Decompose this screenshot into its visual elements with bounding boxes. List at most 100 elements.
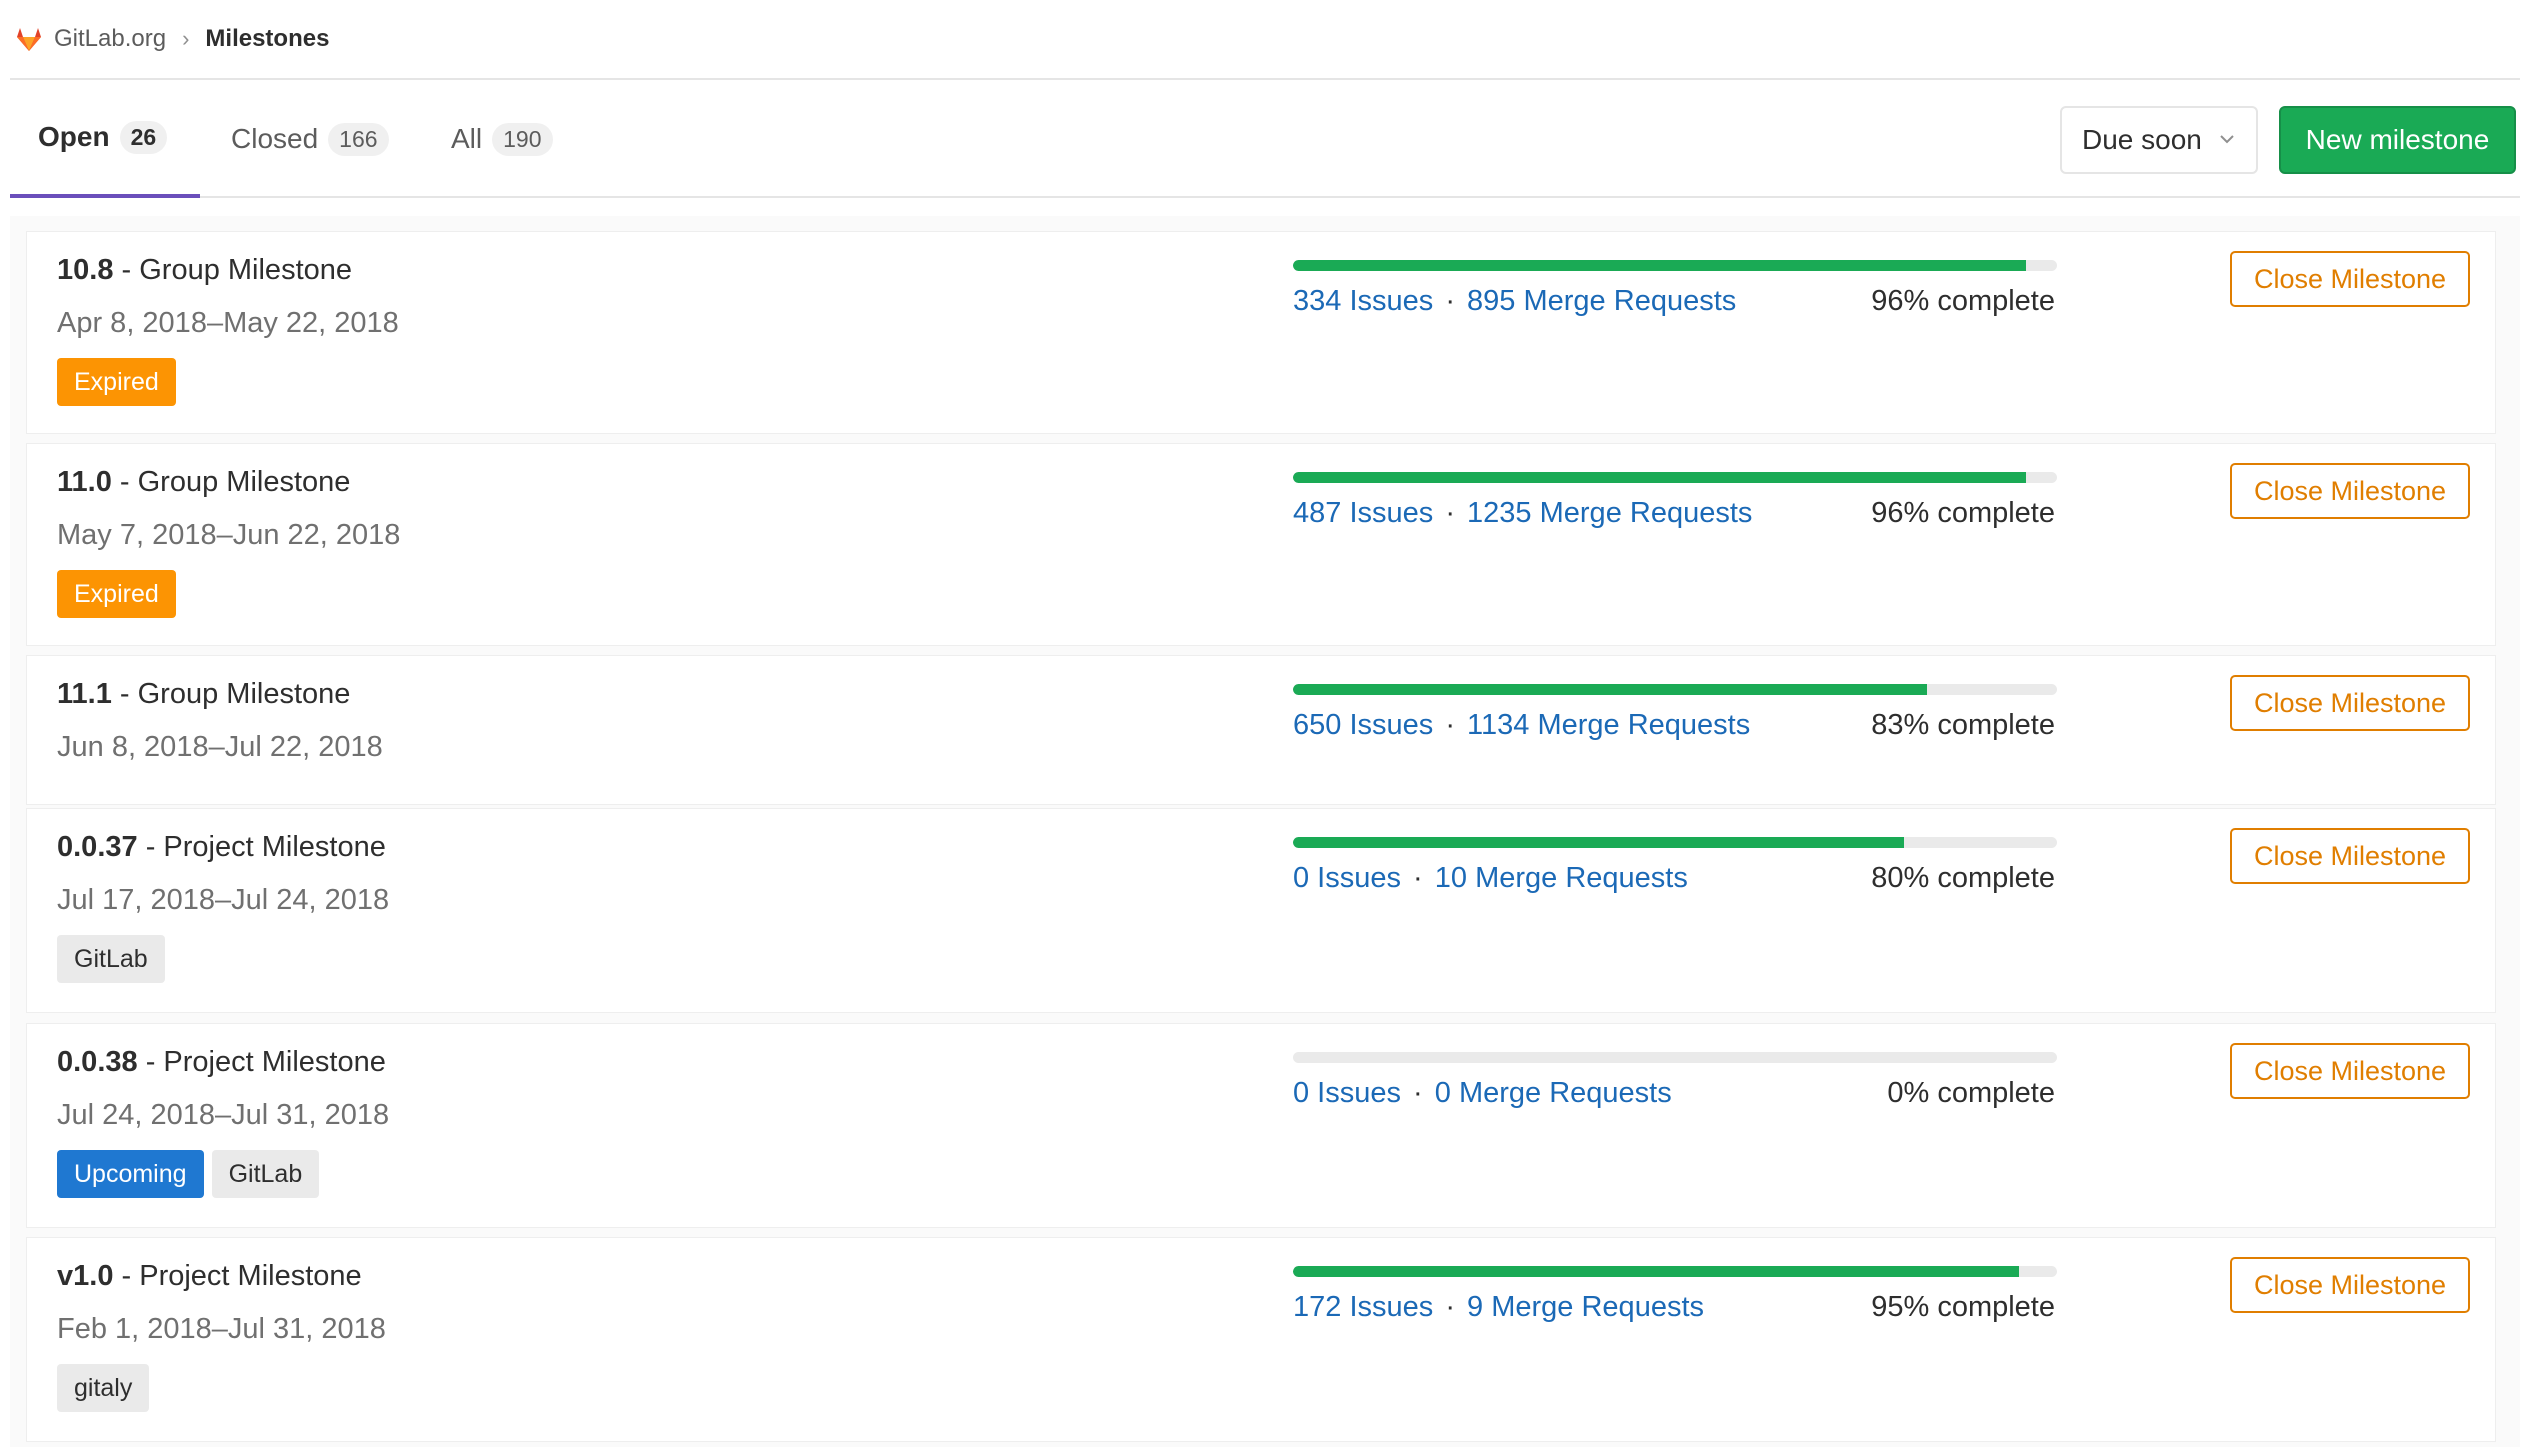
merge-requests-link[interactable]: 895 Merge Requests bbox=[1467, 285, 1736, 317]
milestone-title[interactable]: 0.0.37 - Project Milestone bbox=[57, 831, 386, 864]
close-milestone-button[interactable]: Close Milestone bbox=[2230, 463, 2470, 519]
milestone-version[interactable]: 10.8 bbox=[57, 254, 113, 286]
chevron-right-icon: › bbox=[182, 26, 190, 51]
title-separator: - bbox=[121, 1260, 140, 1292]
tab-open[interactable]: Open 26 bbox=[10, 80, 200, 198]
milestone-version[interactable]: 11.1 bbox=[57, 678, 112, 710]
merge-requests-link[interactable]: 1235 Merge Requests bbox=[1467, 497, 1752, 529]
breadcrumb: GitLab.org › Milestones bbox=[10, 0, 2520, 80]
issues-link[interactable]: 0 Issues bbox=[1293, 862, 1401, 894]
milestone-counts: 487 Issues · 1235 Merge Requests bbox=[1293, 497, 1752, 530]
milestone-row: 11.0 - Group Milestone May 7, 2018–Jun 2… bbox=[26, 443, 2496, 646]
milestone-title[interactable]: 11.1 - Group Milestone bbox=[57, 678, 350, 711]
milestone-row: 11.1 - Group Milestone Jun 8, 2018–Jul 2… bbox=[26, 655, 2496, 805]
close-milestone-button[interactable]: Close Milestone bbox=[2230, 1043, 2470, 1099]
merge-requests-link[interactable]: 10 Merge Requests bbox=[1435, 862, 1688, 894]
issues-link[interactable]: 0 Issues bbox=[1293, 1077, 1401, 1109]
percent-complete: 96% complete bbox=[1871, 497, 2055, 529]
close-milestone-button[interactable]: Close Milestone bbox=[2230, 675, 2470, 731]
new-milestone-button[interactable]: New milestone bbox=[2279, 106, 2516, 174]
progress-bar-fill bbox=[1293, 1266, 2019, 1277]
issues-link[interactable]: 650 Issues bbox=[1293, 709, 1433, 741]
separator-dot: · bbox=[1437, 285, 1464, 317]
milestone-version[interactable]: 0.0.37 bbox=[57, 831, 138, 863]
tab-closed[interactable]: Closed 166 bbox=[231, 80, 389, 198]
issues-link[interactable]: 487 Issues bbox=[1293, 497, 1433, 529]
percent-complete: 0% complete bbox=[1887, 1077, 2055, 1109]
progress-bar bbox=[1293, 837, 2057, 848]
progress-bar bbox=[1293, 1266, 2057, 1277]
tab-closed-label: Closed bbox=[231, 123, 319, 154]
progress-bar bbox=[1293, 684, 2057, 695]
merge-requests-link[interactable]: 9 Merge Requests bbox=[1467, 1291, 1704, 1323]
expired-badge: Expired bbox=[57, 358, 176, 406]
milestone-dates: Feb 1, 2018–Jul 31, 2018 bbox=[57, 1313, 386, 1345]
milestone-counts: 0 Issues · 0 Merge Requests bbox=[1293, 1077, 1672, 1110]
milestone-dates: May 7, 2018–Jun 22, 2018 bbox=[57, 519, 401, 551]
title-separator: - bbox=[121, 254, 140, 286]
milestone-labels: Expired bbox=[57, 570, 176, 618]
breadcrumb-group-link[interactable]: GitLab.org bbox=[54, 25, 166, 53]
milestone-row: 0.0.37 - Project Milestone Jul 17, 2018–… bbox=[26, 808, 2496, 1013]
separator-dot: · bbox=[1405, 1077, 1431, 1109]
milestone-type: Group Milestone bbox=[137, 466, 351, 498]
milestone-type: Group Milestone bbox=[137, 678, 351, 710]
tab-open-count: 26 bbox=[119, 120, 168, 154]
milestone-title[interactable]: 11.0 - Group Milestone bbox=[57, 466, 350, 499]
milestone-counts: 0 Issues · 10 Merge Requests bbox=[1293, 862, 1688, 895]
separator-dot: · bbox=[1437, 497, 1464, 529]
project-label-badge[interactable]: GitLab bbox=[211, 1150, 320, 1198]
milestone-dates: Apr 8, 2018–May 22, 2018 bbox=[57, 307, 399, 339]
tab-all-count: 190 bbox=[492, 122, 553, 156]
gitlab-logo-icon[interactable] bbox=[14, 24, 44, 54]
milestone-type: Group Milestone bbox=[139, 254, 353, 286]
breadcrumb-current[interactable]: Milestones bbox=[205, 25, 329, 53]
milestone-counts: 334 Issues · 895 Merge Requests bbox=[1293, 285, 1736, 318]
milestone-labels: GitLab bbox=[57, 935, 165, 983]
upcoming-badge: Upcoming bbox=[57, 1150, 204, 1198]
tab-closed-count: 166 bbox=[328, 122, 389, 156]
progress-bar-fill bbox=[1293, 837, 1905, 848]
milestone-type: Project Milestone bbox=[163, 1046, 386, 1078]
milestone-counts: 650 Issues · 1134 Merge Requests bbox=[1293, 709, 1750, 742]
separator-dot: · bbox=[1405, 862, 1431, 894]
milestone-dates: Jul 24, 2018–Jul 31, 2018 bbox=[57, 1099, 390, 1131]
issues-link[interactable]: 334 Issues bbox=[1293, 285, 1433, 317]
milestone-labels: Upcoming GitLab bbox=[57, 1150, 320, 1198]
milestone-row: v1.0 - Project Milestone Feb 1, 2018–Jul… bbox=[26, 1237, 2496, 1442]
merge-requests-link[interactable]: 0 Merge Requests bbox=[1435, 1077, 1672, 1109]
project-label-badge[interactable]: GitLab bbox=[57, 935, 165, 983]
title-separator: - bbox=[119, 678, 138, 710]
progress-bar bbox=[1293, 472, 2057, 483]
milestone-version[interactable]: v1.0 bbox=[57, 1260, 113, 1292]
milestone-labels: Expired bbox=[57, 358, 176, 406]
percent-complete: 80% complete bbox=[1871, 862, 2055, 894]
progress-bar-fill bbox=[1293, 472, 2027, 483]
project-label-badge[interactable]: gitaly bbox=[57, 1364, 150, 1412]
close-milestone-button[interactable]: Close Milestone bbox=[2230, 828, 2470, 884]
milestone-version[interactable]: 11.0 bbox=[57, 466, 112, 498]
milestone-dates: Jul 17, 2018–Jul 24, 2018 bbox=[57, 884, 390, 916]
milestone-labels: gitaly bbox=[57, 1364, 150, 1412]
percent-complete: 95% complete bbox=[1871, 1291, 2055, 1323]
tab-open-label: Open bbox=[38, 121, 110, 152]
milestone-row: 0.0.38 - Project Milestone Jul 24, 2018–… bbox=[26, 1023, 2496, 1228]
issues-link[interactable]: 172 Issues bbox=[1293, 1291, 1433, 1323]
expired-badge: Expired bbox=[57, 570, 176, 618]
merge-requests-link[interactable]: 1134 Merge Requests bbox=[1467, 709, 1750, 741]
sort-dropdown[interactable]: Due soon bbox=[2060, 106, 2258, 174]
close-milestone-button[interactable]: Close Milestone bbox=[2230, 251, 2470, 307]
milestone-counts: 172 Issues · 9 Merge Requests bbox=[1293, 1291, 1704, 1324]
milestone-title[interactable]: 0.0.38 - Project Milestone bbox=[57, 1046, 386, 1079]
close-milestone-button[interactable]: Close Milestone bbox=[2230, 1257, 2470, 1313]
sort-dropdown-label: Due soon bbox=[2082, 124, 2202, 155]
milestone-list: 10.8 - Group Milestone Apr 8, 2018–May 2… bbox=[10, 216, 2520, 1447]
progress-bar bbox=[1293, 260, 2057, 271]
title-separator: - bbox=[145, 831, 164, 863]
title-separator: - bbox=[145, 1046, 164, 1078]
milestone-title[interactable]: 10.8 - Group Milestone bbox=[57, 254, 352, 287]
tab-all[interactable]: All 190 bbox=[451, 80, 553, 198]
milestone-version[interactable]: 0.0.38 bbox=[57, 1046, 138, 1078]
separator-dot: · bbox=[1437, 709, 1464, 741]
milestone-title[interactable]: v1.0 - Project Milestone bbox=[57, 1260, 362, 1293]
